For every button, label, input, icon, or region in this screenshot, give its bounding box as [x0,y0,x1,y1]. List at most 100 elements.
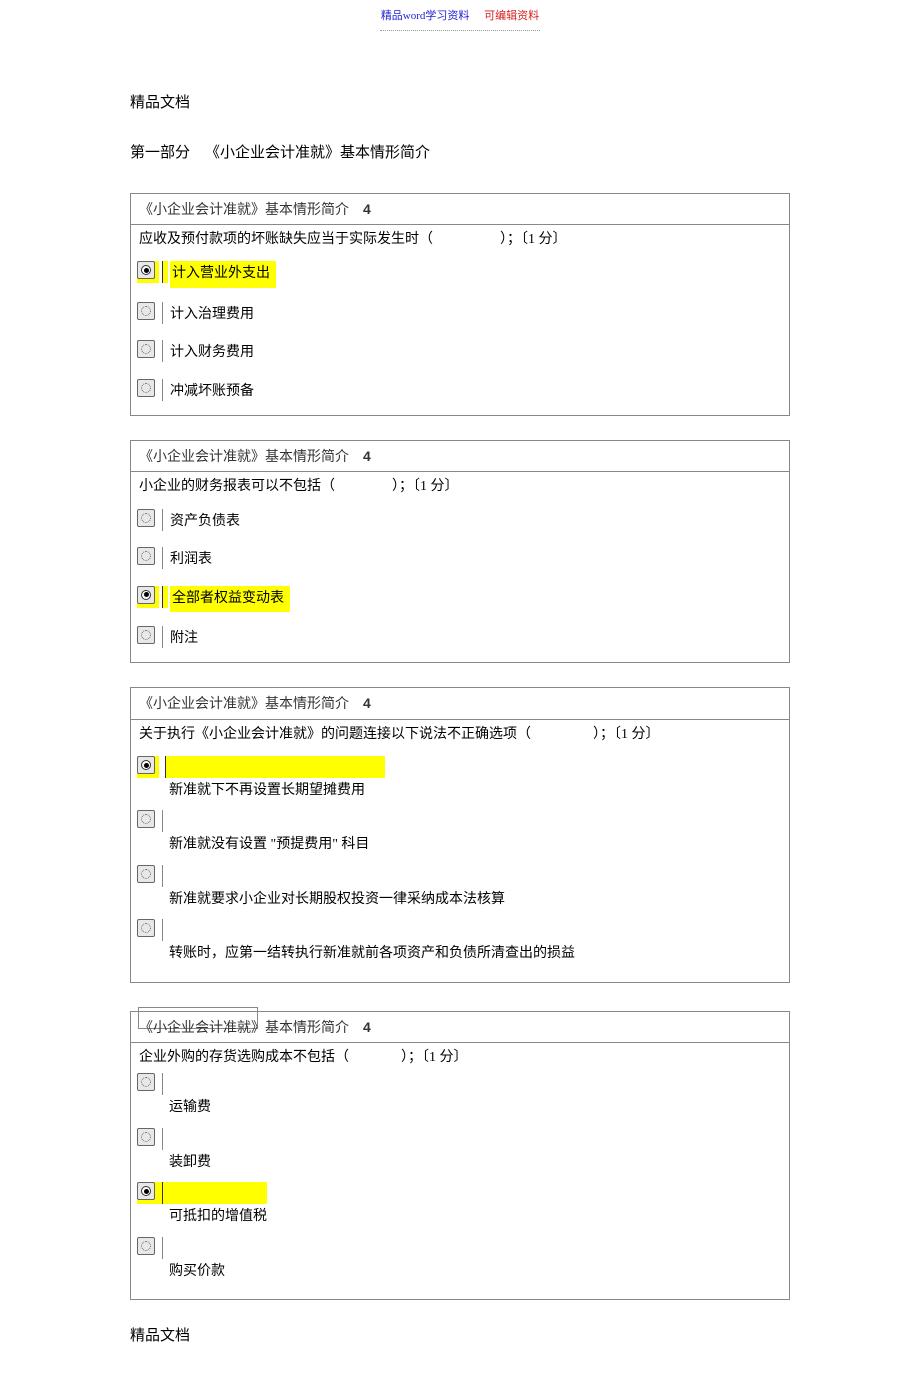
category-badge: 4 [363,1019,371,1035]
radio-icon [137,756,159,778]
option-label: 购买价款 [137,1261,783,1283]
option-label: 新准就没有设置 "预提费用" 科目 [137,834,783,856]
option-label: 附注 [170,626,198,650]
question-text-suffix: ）；〔1 分〕 [500,232,567,247]
option-sep [162,919,168,941]
radio-icon [137,865,159,887]
question-1-option-c[interactable]: 计入财务费用 [137,340,783,364]
question-3-option-a[interactable]: 新准就下不再设置长期望摊费用 [137,756,783,802]
category-label: 《小企业会计准就》基本情形简介 [139,697,349,712]
question-text-prefix: 小企业的财务报表可以不包括（ [139,479,335,494]
category-label: 《小企业会计准就》基本情形简介 [139,203,349,218]
question-2-category: 《小企业会计准就》基本情形简介 4 [131,441,789,472]
option-sep [162,547,168,569]
section-title: 第一部分 《小企业会计准就》基本情形简介 [130,141,790,165]
question-1-option-a[interactable]: 计入营业外支出 [137,261,783,287]
option-label: 全部者权益变动表 [170,586,290,612]
option-label: 可抵扣的增值税 [137,1206,783,1228]
option-label: 计入治理费用 [170,302,254,326]
radio-icon [137,1237,159,1259]
question-4-option-d[interactable]: 购买价款 [137,1237,783,1283]
option-label: 装卸费 [137,1152,783,1174]
question-3-category: 《小企业会计准就》基本情形简介 4 [131,688,789,719]
option-label: 冲减坏账预备 [170,379,254,403]
question-2-option-d[interactable]: 附注 [137,626,783,650]
banner-left: 精品word学习资料 [381,10,470,22]
option-label: 新准就下不再设置长期望摊费用 [137,780,783,802]
question-3-option-b[interactable]: 新准就没有设置 "预提费用" 科目 [137,810,783,856]
option-sep [162,1128,168,1150]
question-4-category: 《小企业会计准就》基本情形简介 4 [131,1011,789,1043]
question-text-suffix: ）；〔1 分〕 [392,479,459,494]
doc-header: 精品文档 [130,91,790,115]
question-4-option-b[interactable]: 装卸费 [137,1128,783,1174]
radio-icon [137,919,159,941]
banner-right: 可编辑资料 [484,10,539,22]
question-text-prefix: 企业外购的存货选购成本不包括（ [139,1050,349,1065]
question-text-suffix: ）；〔1 分〕 [593,727,660,742]
category-badge: 4 [363,448,371,464]
page-content: 精品文档 第一部分 《小企业会计准就》基本情形简介 《小企业会计准就》基本情形简… [0,33,920,1394]
radio-icon [137,261,159,283]
question-3-option-d[interactable]: 转账时，应第一结转执行新准就前各项资产和负债所清查出的损益 [137,919,783,965]
radio-icon [137,626,159,648]
option-sep [162,1237,168,1259]
option-sep [162,509,168,531]
question-2-option-b[interactable]: 利润表 [137,547,783,571]
question-4: 《小企业会计准就》基本情形简介 4 企业外购的存货选购成本不包括（ ）；〔1 分… [130,1011,790,1300]
radio-icon [137,1182,159,1204]
question-4-option-c[interactable]: 可抵扣的增值税 [137,1182,783,1228]
question-3-option-c[interactable]: 新准就要求小企业对长期股权投资一律采纳成本法核算 [137,865,783,911]
option-label: 运输费 [137,1097,783,1119]
option-sep [162,810,168,832]
question-2-option-a[interactable]: 资产负债表 [137,509,783,533]
radio-icon [137,340,159,362]
radio-icon [137,302,159,324]
doc-footer: 精品文档 [130,1324,790,1348]
option-sep [162,340,168,362]
question-1-category: 《小企业会计准就》基本情形简介 4 [131,194,789,225]
category-badge: 4 [363,201,371,217]
question-4-option-a[interactable]: 运输费 [137,1073,783,1119]
section-title-prefix: 第一部分 [130,145,190,161]
question-text-prefix: 应收及预付款项的坏账缺失应当于实际发生时（ [139,232,433,247]
question-1: 《小企业会计准就》基本情形简介 4 应收及预付款项的坏账缺失应当于实际发生时（ … [130,193,790,416]
option-sep [162,865,168,887]
option-sep [162,261,168,283]
question-2-text: 小企业的财务报表可以不包括（ ）；〔1 分〕 [131,472,789,506]
option-label: 计入财务费用 [170,340,254,364]
question-3-options: 新准就下不再设置长期望摊费用 新准就没有设置 "预提费用" 科目 新准就要求小企… [131,754,789,982]
top-banner: 精品word学习资料 可编辑资料 [0,0,920,30]
option-sep [162,1182,265,1204]
option-sep [162,586,168,608]
question-1-option-d[interactable]: 冲减坏账预备 [137,379,783,403]
question-1-text: 应收及预付款项的坏账缺失应当于实际发生时（ ）；〔1 分〕 [131,225,789,259]
radio-icon [137,1073,159,1095]
question-2-option-c[interactable]: 全部者权益变动表 [137,586,783,612]
option-label: 利润表 [170,547,212,571]
radio-icon [137,810,159,832]
category-badge: 4 [363,695,371,711]
question-3-text: 关于执行《小企业会计准就》的问题连接以下说法不正确选项（ ）；〔1 分〕 [131,720,789,754]
question-1-option-b[interactable]: 计入治理费用 [137,302,783,326]
radio-icon [137,586,159,608]
radio-icon [137,547,159,569]
highlight-bar [165,756,385,778]
option-sep [162,1073,168,1095]
option-label: 资产负债表 [170,509,240,533]
question-text-prefix: 关于执行《小企业会计准就》的问题连接以下说法不正确选项（ [139,727,531,742]
option-sep [162,626,168,648]
banner-separator [380,30,540,31]
option-label: 新准就要求小企业对长期股权投资一律采纳成本法核算 [137,889,783,911]
category-label: 《小企业会计准就》基本情形简介 [139,1021,349,1036]
question-text-suffix: ）；〔1 分〕 [401,1050,468,1065]
radio-icon [137,1128,159,1150]
radio-icon [137,379,159,401]
question-4-text: 企业外购的存货选购成本不包括（ ）；〔1 分〕 [131,1043,789,1071]
option-label: 计入营业外支出 [170,261,276,287]
option-label: 转账时，应第一结转执行新准就前各项资产和负债所清查出的损益 [137,943,783,965]
question-1-options: 计入营业外支出 计入治理费用 计入财务费用 冲减坏账预备 [131,259,789,415]
question-3: 《小企业会计准就》基本情形简介 4 关于执行《小企业会计准就》的问题连接以下说法… [130,687,790,982]
option-sep [162,379,168,401]
category-label: 《小企业会计准就》基本情形简介 [139,450,349,465]
